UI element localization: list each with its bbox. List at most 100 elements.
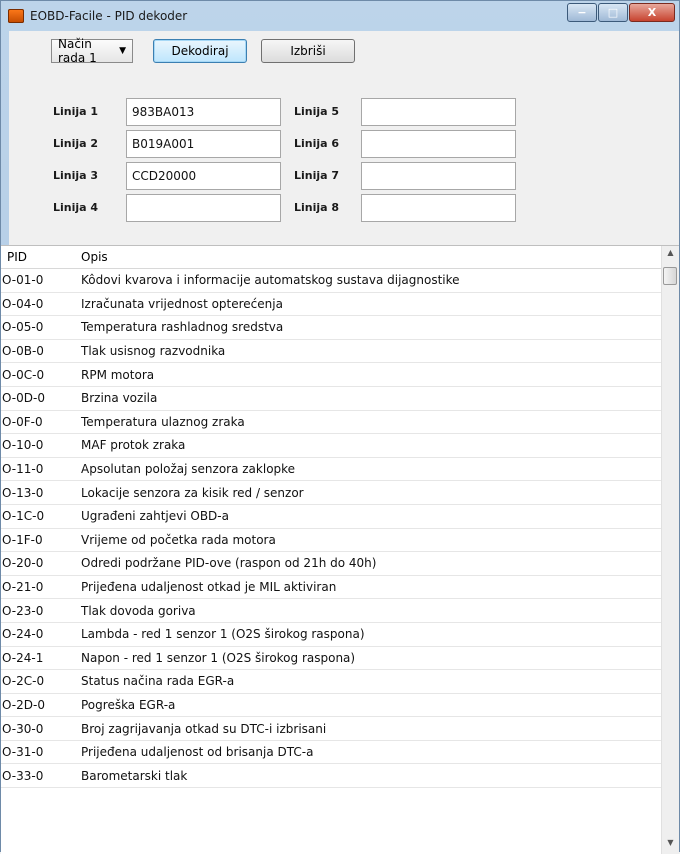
line-7-label: Linija 7 [294,169,340,182]
row-pid: O-0B-0 [2,344,44,359]
line-5-input[interactable] [361,98,516,126]
mode-select-value: Način rada 1 [58,37,97,65]
row-pid: O-2D-0 [2,697,45,712]
column-header-pid[interactable]: PID [1,250,79,264]
row-opis: Izračunata vrijednost opterećenja [81,296,283,311]
list-header: PID Opis [1,246,679,269]
decode-button[interactable]: Dekodiraj [153,39,247,63]
pid-list[interactable]: PID Opis O-01-0 Kôdovi kvarova i informac… [1,245,679,854]
row-pid: O-01-0 [2,273,44,288]
line-8-input[interactable] [361,194,516,222]
line-1-label: Linija 1 [53,105,99,118]
table-row[interactable]: O-1C-0 Ugrađeni zahtjevi OBD-a [1,505,679,529]
row-pid: O-05-0 [2,320,44,335]
close-icon: X [647,6,657,19]
row-opis: Brzina vozila [81,391,158,406]
line-1-input[interactable]: 983BA013 [126,98,281,126]
table-row[interactable]: O-33-0 Barometarski tlak [1,764,679,789]
column-header-opis[interactable]: Opis [79,250,108,264]
row-opis: Ugrađeni zahtjevi OBD-a [81,509,229,524]
line-3-label: Linija 3 [53,169,99,182]
minimize-icon: − [577,6,587,19]
row-opis: RPM motora [81,367,155,382]
row-pid: O-20-0 [2,556,44,571]
app-window: EOBD-Facile - PID dekoder − □ X Način ra… [0,0,680,854]
row-opis: Prijeđena udaljenost otkad je MIL aktivi… [81,580,337,595]
eobd-app-icon [8,9,24,23]
list-rows: O-01-0 Kôdovi kvarova i informacije autom… [1,269,679,789]
table-row[interactable]: O-24-1 Napon - red 1 senzor 1 (O2S široko… [1,647,679,671]
scroll-up-icon[interactable]: ▲ [662,248,679,262]
row-pid: O-13-0 [2,485,44,500]
table-row[interactable]: O-11-0 Apsolutan položaj senzora zaklopke [1,458,679,482]
row-pid: O-21-0 [2,580,44,595]
line-4-label: Linija 4 [53,201,99,214]
line-6-input[interactable] [361,130,516,158]
scroll-down-icon[interactable]: ▼ [662,838,679,852]
close-button[interactable]: X [629,3,675,22]
line-5-label: Linija 5 [294,105,340,118]
mode-select[interactable]: Način rada 1 ▼ [51,37,133,65]
table-row[interactable]: O-1F-0 Vrijeme od početka rada motora [1,529,679,553]
row-opis: Pogreška EGR-a [81,697,176,712]
row-pid: O-0C-0 [2,367,45,382]
row-opis: Napon - red 1 senzor 1 (O2S širokog rasp… [81,650,356,665]
line-2-input[interactable]: B019A001 [126,130,281,158]
maximize-icon: □ [607,6,619,19]
caption-buttons: − □ X [566,3,675,22]
table-row[interactable]: O-24-0 Lambda - red 1 senzor 1 (O2S širok… [1,623,679,647]
line-7-input[interactable] [361,162,516,190]
table-row[interactable]: O-31-0 Prijeđena udaljenost od brisanja D… [1,741,679,765]
row-opis: Temperatura ulaznog zraka [81,414,245,429]
row-opis: Apsolutan položaj senzora zaklopke [81,462,296,477]
table-row[interactable]: O-0B-0 Tlak usisnog razvodnika [1,340,679,364]
row-opis: MAF protok zraka [81,438,186,453]
row-pid: O-1F-0 [2,532,43,547]
vertical-scrollbar[interactable]: ▲ ▼ [661,246,679,854]
row-opis: Temperatura rashladnog sredstva [81,320,284,335]
row-pid: O-1C-0 [2,509,45,524]
table-row[interactable]: O-04-0 Izračunata vrijednost opterećenja [1,293,679,317]
row-opis: Odredi podržane PID-ove (raspon od 21h d… [81,556,377,571]
row-opis: Tlak dovoda goriva [81,603,196,618]
line-8-label: Linija 8 [294,201,340,214]
row-pid: O-0D-0 [2,391,45,406]
line-3-input[interactable]: CCD20000 [126,162,281,190]
row-opis: Lokacije senzora za kisik red / senzor [81,485,304,500]
row-pid: O-2C-0 [2,674,45,689]
table-row[interactable]: O-23-0 Tlak dovoda goriva [1,599,679,623]
row-opis: Tlak usisnog razvodnika [81,344,226,359]
table-row[interactable]: O-2C-0 Status načina rada EGR-a [1,670,679,694]
client-area: Način rada 1 ▼ Dekodiraj Izbriši Linija … [1,31,679,854]
minimize-button[interactable]: − [567,3,597,22]
table-row[interactable]: O-01-0 Kôdovi kvarova i informacije autom… [1,269,679,293]
row-opis: Barometarski tlak [81,768,188,783]
table-row[interactable]: O-05-0 Temperatura rashladnog sredstva [1,316,679,340]
scroll-thumb[interactable] [663,267,677,285]
maximize-button[interactable]: □ [598,3,628,22]
chevron-down-icon: ▼ [119,46,126,56]
row-opis: Status načina rada EGR-a [81,674,235,689]
row-opis: Broj zagrijavanja otkad su DTC-i izbrisa… [81,721,327,736]
row-pid: O-04-0 [2,296,44,311]
table-row[interactable]: O-2D-0 Pogreška EGR-a [1,694,679,718]
row-opis: Vrijeme od početka rada motora [81,532,276,547]
table-row[interactable]: O-0D-0 Brzina vozila [1,387,679,411]
table-row[interactable]: O-10-0 MAF protok zraka [1,434,679,458]
toolbar: Način rada 1 ▼ Dekodiraj Izbriši [51,37,355,65]
clear-button[interactable]: Izbriši [261,39,355,63]
table-row[interactable]: O-30-0 Broj zagrijavanja otkad su DTC-i i… [1,717,679,741]
line-6-label: Linija 6 [294,137,340,150]
row-pid: O-0F-0 [2,414,43,429]
table-row[interactable]: O-0C-0 RPM motora [1,363,679,387]
table-row[interactable]: O-21-0 Prijeđena udaljenost otkad je MIL … [1,576,679,600]
title-bar[interactable]: EOBD-Facile - PID dekoder − □ X [1,1,679,31]
row-opis: Lambda - red 1 senzor 1 (O2S širokog ras… [81,627,365,642]
row-pid: O-33-0 [2,768,44,783]
table-row[interactable]: O-13-0 Lokacije senzora za kisik red / se… [1,481,679,505]
row-opis: Kôdovi kvarova i informacije automatskog… [81,273,460,288]
table-row[interactable]: O-20-0 Odredi podržane PID-ove (raspon od… [1,552,679,576]
row-pid: O-31-0 [2,745,44,760]
table-row[interactable]: O-0F-0 Temperatura ulaznog zraka [1,411,679,435]
line-4-input[interactable] [126,194,281,222]
